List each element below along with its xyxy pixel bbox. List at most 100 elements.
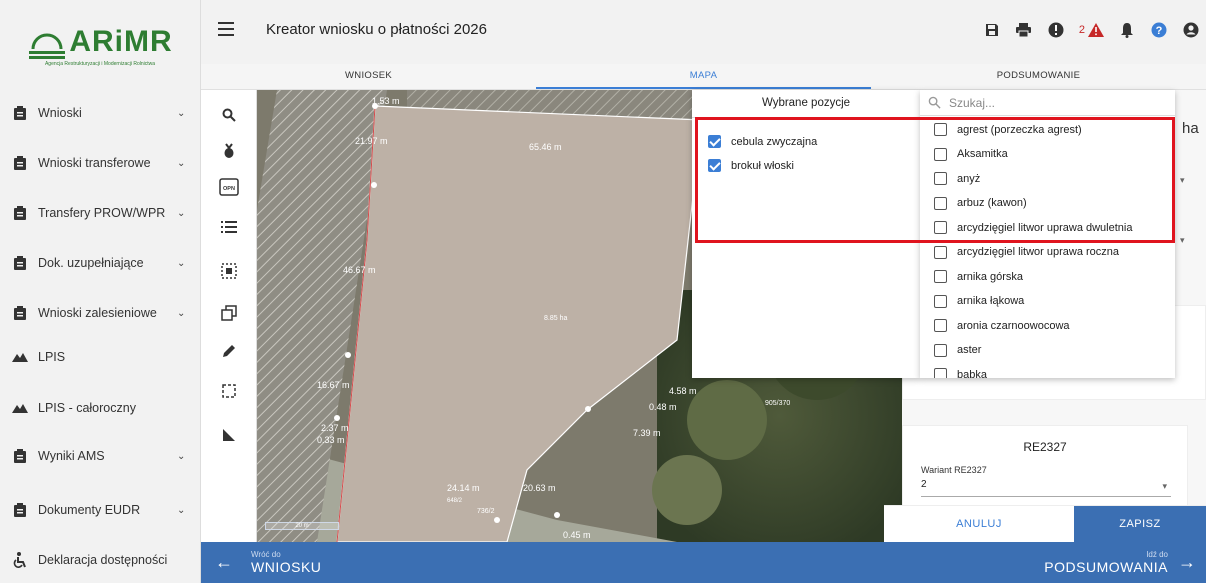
bell-icon[interactable] (1118, 21, 1136, 39)
sidebar-item[interactable]: Transfery PROW/WPR ⌄ (0, 198, 201, 228)
list-item-label: agrest (porzeczka agrest) (957, 123, 1082, 136)
crop-icon[interactable] (217, 140, 241, 162)
frame-icon[interactable] (217, 380, 241, 402)
sidebar-item[interactable]: Wnioski ⌄ (0, 98, 201, 128)
back-button[interactable]: ← Wróć do WNIOSKU (215, 550, 321, 575)
sidebar-item[interactable]: Dok. uzupełniające ⌄ (0, 248, 201, 278)
list-item[interactable]: arcydzięgiel litwor uprawa dwuletnia (934, 221, 1132, 234)
measure-label: 16.67 m (317, 380, 350, 390)
map-scale: 20 m (265, 522, 339, 530)
sidebar-item[interactable]: LPIS - całoroczny (0, 393, 201, 423)
list-item-label: babka (957, 368, 987, 379)
list-item[interactable]: arnika łąkowa (934, 294, 1024, 308)
checkbox[interactable] (934, 147, 947, 161)
save-button[interactable]: ZAPISZ (1074, 506, 1206, 542)
search-field[interactable]: Szukaj... (920, 90, 1175, 116)
search-icon[interactable] (217, 104, 241, 126)
next-big-label: PODSUMOWANIA (1044, 559, 1168, 575)
logo[interactable]: ARiMR Agencja Restrukturyzacji i Moderni… (0, 0, 200, 92)
sidebar-item[interactable]: Wyniki AMS ⌄ (0, 441, 201, 471)
list-item[interactable]: aster (934, 343, 981, 357)
logo-text: ARiMR (69, 25, 173, 58)
checkbox[interactable] (934, 245, 947, 259)
list-item[interactable]: babka (934, 368, 987, 378)
checkbox[interactable] (934, 196, 947, 210)
warning-count[interactable]: 2 (1079, 21, 1104, 39)
measure-label: 2.37 m (321, 423, 349, 433)
footer-nav: ← Wróć do WNIOSKU Idź do PODSUMOWANIA → (201, 542, 1206, 583)
tab-wniosek[interactable]: WNIOSEK (201, 64, 536, 89)
back-small-label: Wróć do (251, 550, 281, 559)
tab-mapa[interactable]: MAPA (536, 64, 871, 89)
sidebar-item-label: Dokumenty EUDR (38, 503, 141, 517)
list-icon[interactable] (217, 216, 241, 238)
menu-icon[interactable] (218, 22, 234, 36)
clipboard-icon (12, 305, 28, 321)
checkbox[interactable] (934, 123, 947, 136)
measure-label: 7.39 m (633, 428, 661, 438)
search-icon (928, 96, 941, 109)
copy-shape-icon[interactable] (217, 302, 241, 324)
list-item[interactable]: arbuz (kawon) (934, 196, 1027, 210)
arrow-right-icon: → (1178, 552, 1196, 572)
measure-label: 24.14 m (447, 483, 480, 493)
info-icon[interactable] (1047, 21, 1065, 39)
selected-item[interactable]: cebula zwyczajna (708, 135, 817, 148)
sidebar-item-label: Wnioski (38, 106, 82, 120)
warning-count-label: 2 (1078, 24, 1085, 36)
sidebar-item-label: LPIS - całoroczny (38, 401, 136, 415)
checkbox[interactable] (708, 159, 721, 172)
list-item[interactable]: Aksamitka (934, 147, 1008, 161)
sidebar-item[interactable]: Deklaracja dostępności (0, 545, 201, 575)
tab-podsumowanie[interactable]: PODSUMOWANIE (871, 64, 1206, 89)
chevron-down-icon[interactable]: ▾ (1180, 175, 1185, 186)
measure-label: 0.33 m (317, 435, 345, 445)
checkbox[interactable] (934, 368, 947, 378)
chevron-down-icon: ⌄ (177, 257, 186, 269)
sidebar-item[interactable]: Wnioski transferowe ⌄ (0, 148, 201, 178)
sidebar-item[interactable]: Wnioski zalesieniowe ⌄ (0, 298, 201, 328)
selected-item[interactable]: brokuł włoski (708, 159, 794, 172)
checkbox[interactable] (934, 172, 947, 185)
checkbox[interactable] (934, 294, 947, 308)
account-icon[interactable] (1182, 21, 1200, 39)
select-area-icon[interactable] (217, 260, 241, 282)
action-buttons: ANULUJ ZAPISZ (884, 505, 1206, 542)
measure-icon[interactable] (217, 424, 241, 446)
selected-item-label: brokuł włoski (731, 159, 794, 172)
save-icon[interactable] (983, 21, 1001, 39)
list-item[interactable]: agrest (porzeczka agrest) (934, 123, 1082, 136)
variant-select[interactable]: 2 ▾ (921, 479, 1171, 497)
sidebar-item[interactable]: LPIS (0, 342, 201, 372)
print-icon[interactable] (1015, 21, 1033, 39)
list-item[interactable]: anyż (934, 172, 980, 185)
step-tabs: WNIOSEK MAPA PODSUMOWANIE (201, 64, 1206, 90)
measure-label: 0.48 m (649, 402, 677, 412)
help-icon[interactable]: ? (1150, 21, 1168, 39)
next-button[interactable]: Idź do PODSUMOWANIA → (1044, 550, 1196, 575)
list-item[interactable]: arcydzięgiel litwor uprawa roczna (934, 245, 1119, 259)
parcel-label: 648/2 (447, 498, 463, 504)
chevron-down-icon: ⌄ (177, 504, 186, 516)
opn-icon[interactable]: OPN (217, 176, 241, 198)
selected-items-panel: Wybrane pozycje cebula zwyczajna brokuł … (692, 90, 920, 378)
page-title: Kreator wniosku o płatności 2026 (266, 21, 487, 38)
measure-label: 4.58 m (669, 386, 697, 396)
chevron-down-icon: ⌄ (177, 157, 186, 169)
chevron-down-icon: ⌄ (177, 107, 186, 119)
checkbox[interactable] (708, 135, 721, 148)
checkbox[interactable] (934, 221, 947, 234)
checkbox[interactable] (934, 343, 947, 357)
list-item[interactable]: arnika górska (934, 270, 1023, 283)
checkbox[interactable] (934, 319, 947, 332)
list-item[interactable]: aronia czarnoowocowa (934, 319, 1070, 332)
checkbox[interactable] (934, 270, 947, 283)
svg-text:?: ? (1156, 25, 1163, 37)
pencil-icon[interactable] (217, 340, 241, 362)
selected-panel-title: Wybrane pozycje (692, 90, 920, 118)
chevron-down-icon[interactable]: ▾ (1180, 235, 1185, 246)
sidebar-item[interactable]: Dokumenty EUDR ⌄ (0, 495, 201, 525)
area-unit-label: ha (1182, 120, 1199, 137)
variant-field-label: Wariant RE2327 (921, 465, 987, 475)
cancel-button[interactable]: ANULUJ (884, 506, 1074, 542)
